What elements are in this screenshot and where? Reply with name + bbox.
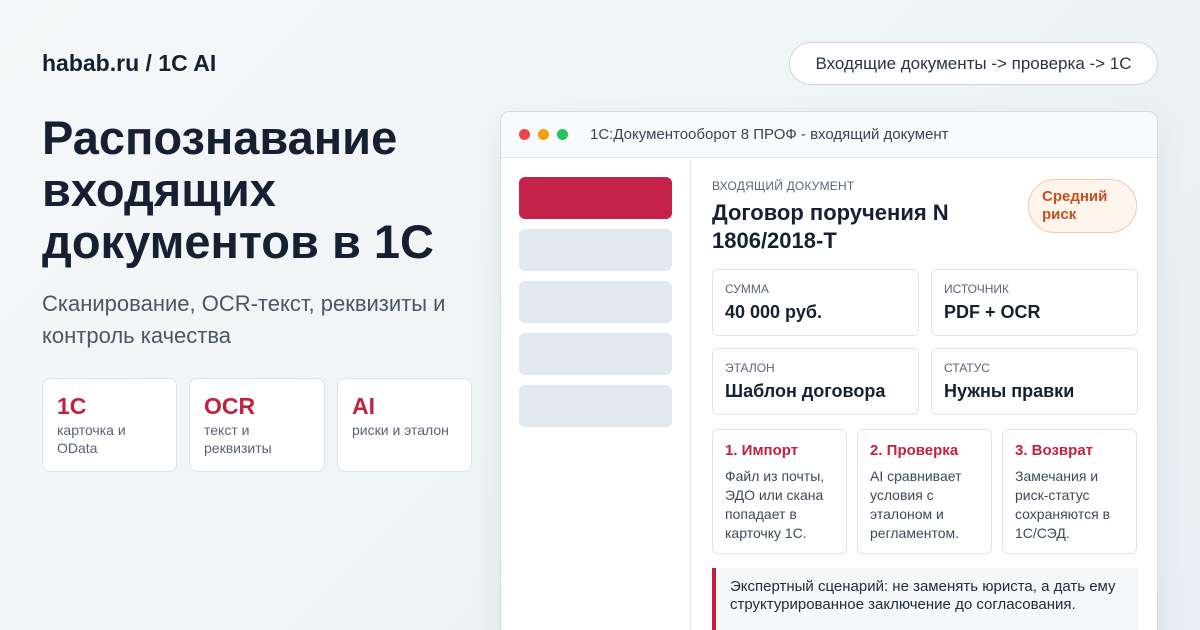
info-card-source: ИСТОЧНИК PDF + OCR bbox=[931, 269, 1138, 336]
feature-title: OCR bbox=[204, 393, 256, 419]
info-value: PDF + OCR bbox=[944, 302, 1041, 322]
step-desc: AI сравнивает условия с эталоном и регла… bbox=[870, 468, 962, 541]
step-title: 2. Проверка bbox=[870, 442, 959, 459]
sidebar-item-active[interactable] bbox=[519, 177, 672, 219]
step-desc: Файл из почты, ЭДО или скана попадает в … bbox=[725, 468, 825, 541]
brand-title: habab.ru / 1C AI bbox=[42, 50, 217, 76]
risk-badge: Средний риск bbox=[1028, 179, 1137, 233]
page-subtitle: Сканирование, OCR-текст, реквизиты и кон… bbox=[42, 291, 446, 348]
page-headline: Распознавание входящих документов в 1С bbox=[42, 111, 434, 268]
info-label: ЭТАЛОН bbox=[725, 361, 775, 375]
feature-desc: риски и эталон bbox=[352, 422, 449, 438]
process-steps: 1. Импорт Файл из почты, ЭДО или скана п… bbox=[712, 429, 1137, 554]
flow-pill: Входящие документы -> проверка -> 1C bbox=[789, 42, 1158, 85]
info-card-status: СТАТУС Нужны правки bbox=[931, 348, 1138, 415]
feature-desc: текст и реквизиты bbox=[204, 422, 272, 456]
info-value: Нужны правки bbox=[944, 381, 1075, 401]
window-titlebar: 1С:Документооборот 8 ПРОФ - входящий док… bbox=[501, 112, 1157, 158]
app-window: 1С:Документооборот 8 ПРОФ - входящий док… bbox=[500, 111, 1158, 630]
feature-desc: карточка и OData bbox=[57, 422, 126, 456]
step-import: 1. Импорт Файл из почты, ЭДО или скана п… bbox=[712, 429, 847, 554]
maximize-window-dot-icon[interactable] bbox=[557, 129, 568, 140]
feature-card-ocr: OCR текст и реквизиты bbox=[189, 378, 325, 472]
close-window-dot-icon[interactable] bbox=[519, 129, 530, 140]
step-check: 2. Проверка AI сравнивает условия с этал… bbox=[857, 429, 992, 554]
info-value: 40 000 руб. bbox=[725, 302, 822, 322]
info-grid: СУММА 40 000 руб. ИСТОЧНИК PDF + OCR ЭТА… bbox=[712, 269, 1138, 415]
feature-cards: 1C карточка и OData OCR текст и реквизит… bbox=[42, 378, 472, 472]
sidebar-item[interactable] bbox=[519, 281, 672, 323]
info-label: ИСТОЧНИК bbox=[944, 282, 1010, 296]
sidebar-item[interactable] bbox=[519, 229, 672, 271]
minimize-window-dot-icon[interactable] bbox=[538, 129, 549, 140]
info-label: СТАТУС bbox=[944, 361, 990, 375]
sidebar bbox=[501, 159, 691, 630]
step-desc: Замечания и риск-статус сохраняются в 1С… bbox=[1015, 468, 1111, 541]
window-title: 1С:Документооборот 8 ПРОФ - входящий док… bbox=[590, 126, 949, 143]
feature-card-ai: AI риски и эталон bbox=[337, 378, 472, 472]
feature-title: 1C bbox=[57, 393, 87, 419]
info-card-template: ЭТАЛОН Шаблон договора bbox=[712, 348, 919, 415]
sidebar-item[interactable] bbox=[519, 385, 672, 427]
sidebar-item[interactable] bbox=[519, 333, 672, 375]
expert-note: Экспертный сценарий: не заменять юриста,… bbox=[712, 568, 1138, 630]
feature-title: AI bbox=[352, 393, 375, 419]
document-panel: ВХОДЯЩИЙ ДОКУМЕНТ Договор поручения N 18… bbox=[692, 159, 1157, 630]
info-label: СУММА bbox=[725, 282, 769, 296]
step-title: 3. Возврат bbox=[1015, 442, 1094, 459]
step-title: 1. Импорт bbox=[725, 442, 799, 459]
doc-title: Договор поручения N 1806/2018-Т bbox=[712, 200, 949, 253]
info-value: Шаблон договора bbox=[725, 381, 886, 401]
step-return: 3. Возврат Замечания и риск-статус сохра… bbox=[1002, 429, 1137, 554]
feature-card-1c: 1C карточка и OData bbox=[42, 378, 177, 472]
info-card-amount: СУММА 40 000 руб. bbox=[712, 269, 919, 336]
